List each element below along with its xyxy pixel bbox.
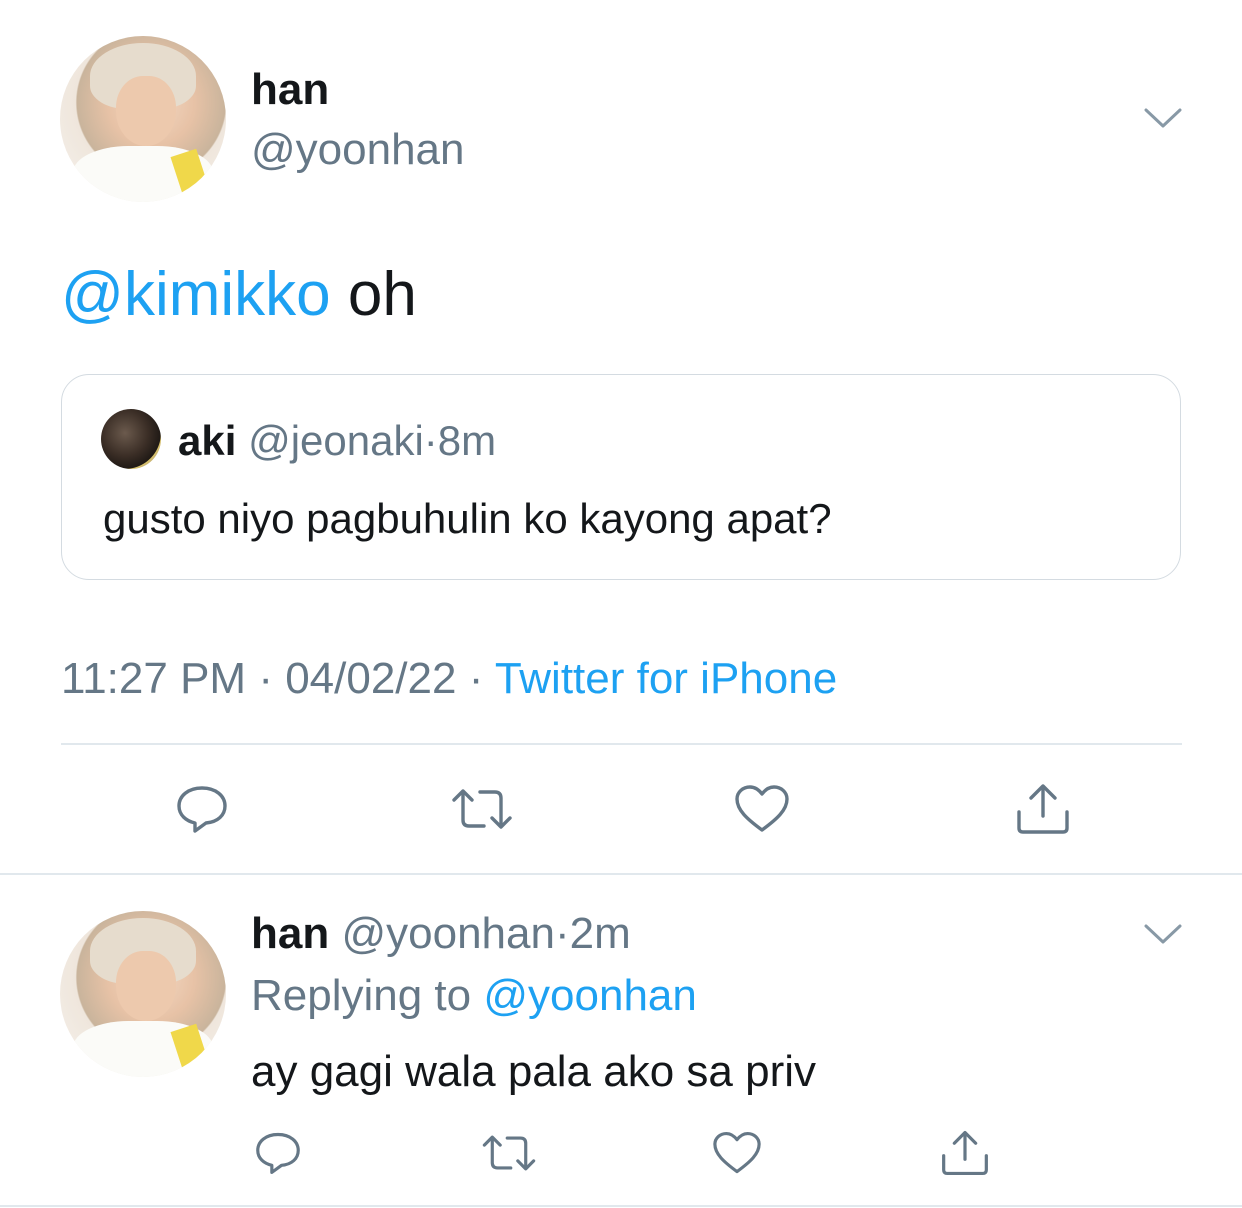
tweet-separator bbox=[0, 873, 1242, 875]
tweet-source-link[interactable]: Twitter for iPhone bbox=[495, 654, 837, 703]
reply-bubble-icon bbox=[177, 786, 227, 833]
heart-icon bbox=[713, 1131, 761, 1174]
reply-like-button[interactable] bbox=[705, 1121, 769, 1185]
tweet-body: oh bbox=[330, 260, 417, 329]
reply-text: ay gagi wala pala ako sa priv bbox=[251, 1047, 816, 1096]
actions-divider bbox=[61, 743, 1182, 745]
chevron-down-icon[interactable] bbox=[1143, 922, 1183, 946]
reply-retweet-button[interactable] bbox=[477, 1121, 541, 1185]
share-button[interactable] bbox=[1011, 777, 1075, 841]
quoted-author-name: aki bbox=[178, 417, 237, 464]
like-button[interactable] bbox=[730, 777, 794, 841]
replying-to-prefix: Replying to bbox=[251, 971, 484, 1020]
reply-reply-button[interactable] bbox=[246, 1121, 310, 1185]
chevron-down-icon[interactable] bbox=[1143, 106, 1183, 130]
reply-separator: · bbox=[554, 909, 570, 958]
replying-to-line: Replying to @yoonhan bbox=[251, 970, 697, 1022]
author-avatar[interactable] bbox=[60, 36, 226, 202]
tweet-date: 04/02/22 bbox=[285, 654, 457, 703]
quoted-separator: · bbox=[423, 417, 438, 464]
quoted-tweet-text: gusto niyo pagbuhulin ko kayong apat? bbox=[103, 495, 832, 542]
tweet-time: 11:27 PM bbox=[61, 654, 247, 703]
reply-bubble-icon bbox=[256, 1132, 300, 1174]
heart-icon bbox=[735, 785, 789, 832]
tweet-meta: 11:27 PM · 04/02/22 · Twitter for iPhone bbox=[61, 653, 837, 705]
reply-author-handle[interactable]: @yoonhan bbox=[341, 909, 555, 958]
bottom-separator bbox=[0, 1205, 1242, 1207]
tweet-text: @kimikko oh bbox=[61, 260, 417, 330]
retweet-icon bbox=[452, 789, 512, 829]
reply-author-name[interactable]: han bbox=[251, 909, 329, 958]
quoted-tweet-header: aki @jeonaki·8m bbox=[178, 416, 496, 466]
retweet-icon bbox=[482, 1135, 536, 1171]
meta-separator-2: · bbox=[468, 654, 484, 703]
quoted-time: 8m bbox=[437, 417, 497, 464]
replying-to-link[interactable]: @yoonhan bbox=[483, 971, 697, 1020]
reply-button[interactable] bbox=[170, 777, 234, 841]
quoted-tweet-card[interactable] bbox=[61, 374, 1181, 580]
reply-author-avatar[interactable] bbox=[60, 911, 226, 1077]
meta-separator: · bbox=[258, 654, 273, 703]
share-icon bbox=[1017, 784, 1069, 834]
reply-share-button[interactable] bbox=[933, 1121, 997, 1185]
reply-time: 2m bbox=[569, 909, 631, 958]
mention-link[interactable]: @kimikko bbox=[61, 260, 331, 329]
author-name[interactable]: han bbox=[251, 64, 329, 116]
quoted-author-handle: @jeonaki bbox=[248, 417, 424, 464]
reply-header: han @yoonhan·2m bbox=[251, 908, 631, 960]
author-handle[interactable]: @yoonhan bbox=[251, 124, 465, 176]
quoted-author-avatar bbox=[101, 409, 161, 469]
retweet-button[interactable] bbox=[450, 777, 514, 841]
share-icon bbox=[942, 1130, 988, 1176]
